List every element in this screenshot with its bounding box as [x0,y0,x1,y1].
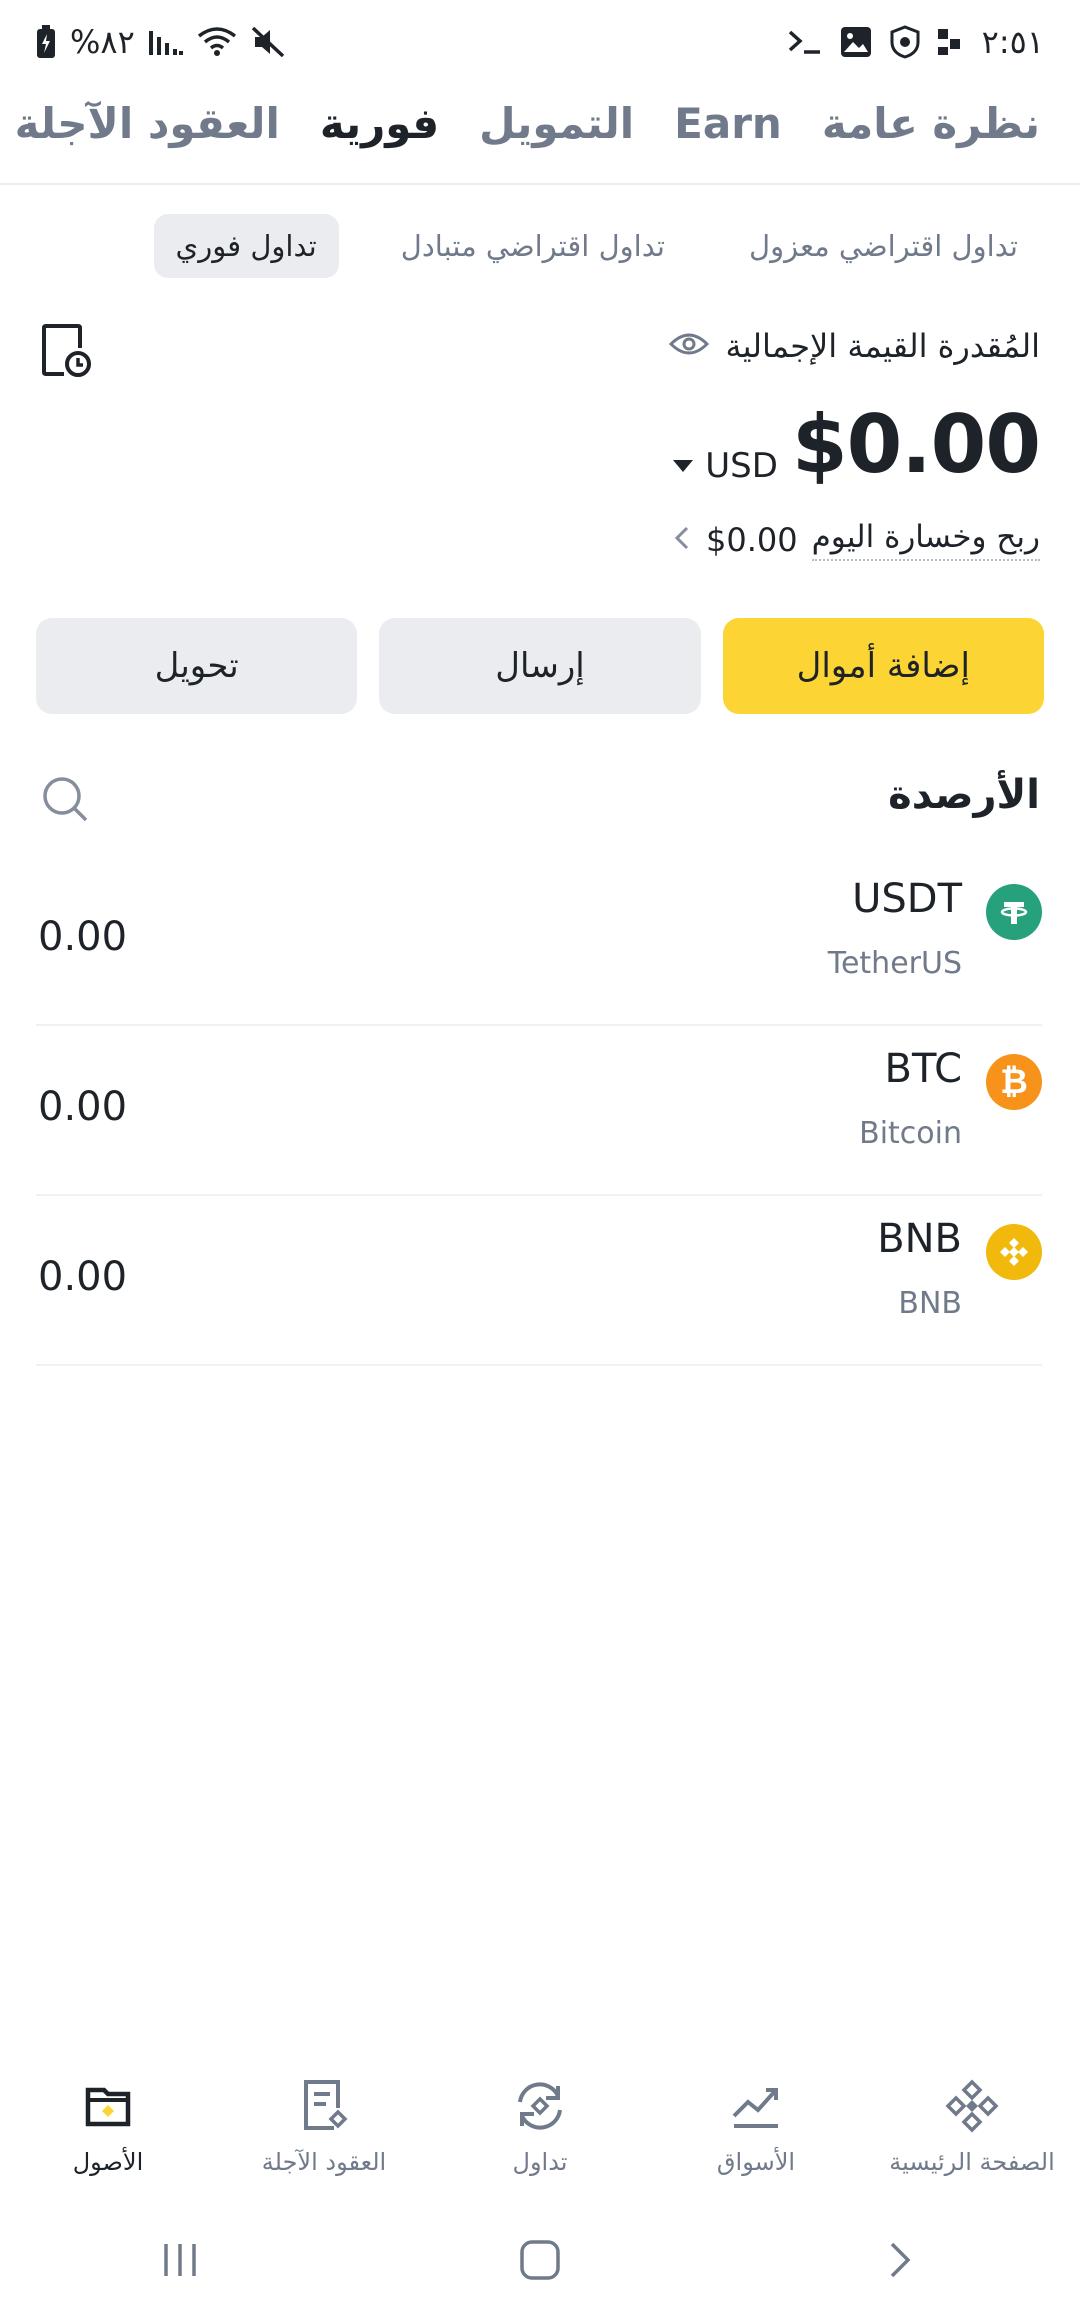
signal-icon [148,27,183,57]
bnb-icon [986,1224,1042,1280]
battery-percent: %٨٢ [70,23,135,61]
caret-down-icon [673,460,694,472]
home-icon[interactable] [480,2225,600,2295]
asset-name: BNB [898,1286,962,1321]
asset-symbol: USDT [852,876,962,922]
estimated-balance-label: المُقدرة القيمة الإجمالية [725,327,1040,365]
nav-home[interactable]: الصفحة الرئيسية [864,2074,1080,2204]
balances-title: الأرصدة [888,772,1040,818]
nav-assets[interactable]: الأصول [0,2074,216,2204]
binance-status-icon [937,27,964,57]
transfer-button[interactable]: تحويل [36,618,358,714]
pnl-label: ربح وخسارة اليوم [811,519,1040,561]
currency-selector[interactable]: USD [673,446,778,486]
asset-amount: 0.00 [38,1084,128,1130]
balances-header: الأرصدة [40,768,1040,832]
tab-overview[interactable]: نظرة عامة [822,99,1040,148]
asset-symbol: BNB [877,1216,962,1262]
tether-icon [986,884,1042,940]
markets-chart-icon [724,2074,788,2138]
pnl-row[interactable]: ربح وخسارة اليوم $0.00 [672,512,1040,568]
shield-icon [890,25,920,59]
clock: ٢:٥١ [981,23,1044,61]
gallery-icon [840,26,872,58]
total-balance-row: USD $0.00 [673,398,1041,491]
system-nav-bar [0,2220,1080,2300]
asset-name: Bitcoin [859,1116,962,1151]
futures-doc-icon [292,2074,356,2138]
asset-symbol: BTC [884,1046,962,1092]
terminal-icon [788,28,822,56]
trade-icon [508,2074,572,2138]
nav-markets[interactable]: الأسواق [648,2074,864,2204]
asset-row-usdt[interactable]: USDT TetherUS 0.00 [36,856,1042,1026]
bitcoin-icon: ₿ [986,1054,1042,1110]
chevron-left-icon [672,523,692,557]
nav-label: الصفحة الرئيسية [889,2148,1055,2176]
eye-icon[interactable] [669,330,710,362]
home-diamond-icon [940,2074,1004,2138]
wallet-icon [76,2074,140,2138]
tab-spot[interactable]: فورية [320,99,439,148]
status-left: %٨٢ [36,20,285,64]
subtab-spot-trading[interactable]: تداول فوري [153,214,339,278]
asset-amount: 0.00 [38,1254,128,1300]
battery-charging-icon [36,25,56,59]
mute-icon [251,26,285,58]
total-balance-amount: $0.00 [791,398,1041,491]
estimated-balance-row: المُقدرة القيمة الإجمالية [669,318,1040,374]
bottom-nav: الصفحة الرئيسية الأسواق تداول العقود الآ… [0,2074,1080,2204]
tab-earn[interactable]: Earn [674,99,782,148]
nav-label: العقود الآجلة [261,2148,387,2176]
subtab-cross-margin[interactable]: تداول اقتراضي متبادل [379,214,687,278]
history-icon[interactable] [40,322,92,378]
recents-icon[interactable] [120,2225,240,2295]
wifi-icon [197,26,237,58]
tab-funding[interactable]: التمويل [479,99,634,148]
sub-tabs: تداول فوري تداول اقتراضي متبادل تداول اق… [153,214,1040,278]
nav-futures[interactable]: العقود الآجلة [216,2074,432,2204]
status-bar: %٨٢ ٢:٥١ [0,0,1080,80]
search-icon[interactable] [40,774,92,826]
nav-trade[interactable]: تداول [432,2074,648,2204]
pnl-value: $0.00 [706,521,798,559]
asset-name: TetherUS [827,946,962,981]
asset-amount: 0.00 [38,914,128,960]
tabs-divider [0,183,1080,185]
tab-futures[interactable]: العقود الآجلة [15,99,280,148]
main-tabs: نظرة عامة Earn التمويل فورية العقود الآج… [15,88,1040,158]
action-buttons: إضافة أموال إرسال تحويل [36,618,1044,714]
nav-label: الأسواق [716,2148,796,2176]
subtab-isolated-margin[interactable]: تداول اقتراضي معزول [727,214,1040,278]
asset-row-bnb[interactable]: BNB BNB 0.00 [36,1196,1042,1366]
currency-label: USD [705,446,778,486]
add-funds-button[interactable]: إضافة أموال [722,618,1044,714]
back-icon[interactable] [840,2225,960,2295]
nav-label: تداول [512,2148,568,2176]
asset-row-btc[interactable]: ₿ BTC Bitcoin 0.00 [36,1026,1042,1196]
send-button[interactable]: إرسال [379,618,701,714]
status-right: ٢:٥١ [788,20,1044,64]
nav-label: الأصول [72,2148,144,2176]
